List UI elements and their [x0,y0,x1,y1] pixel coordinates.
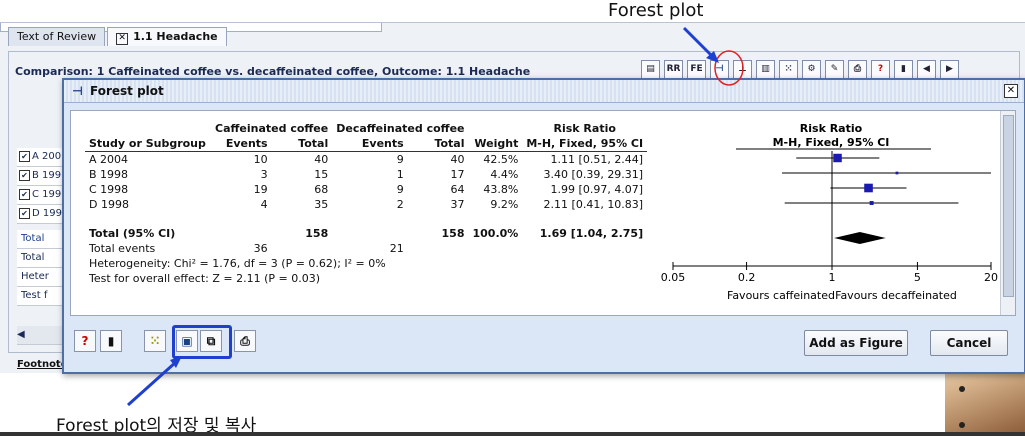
grid-icon[interactable]: ⁙ [779,60,798,79]
dialog-title: Forest plot [90,84,164,98]
study-marker [864,183,873,193]
tab-bar: Text of Review ✕ 1.1 Headache [8,27,227,46]
plot-risk-ratio-header: Risk Ratio [800,122,863,135]
table-row: D 1998 4 35 2 37 9.2% 2.11 [0.41, 10.83] [89,198,644,211]
events-row: Total events 36 21 [89,242,404,255]
study-marker [869,201,874,205]
tab-headache[interactable]: ✕ 1.1 Headache [107,27,227,46]
cancel-button[interactable]: Cancel [930,330,1008,356]
dialog-bottom-bar: ? ▮ ⁙ ▣ ⧉ ⎙ Add as Figure Cancel [70,320,1014,364]
pooled-diamond [834,232,886,244]
print-icon[interactable]: ⎙ [848,60,867,79]
forest-plot-area: Caffeinated coffee Decaffeinated coffee … [70,110,1016,316]
add-as-figure-button[interactable]: Add as Figure [804,330,908,356]
group1-header: Caffeinated coffee [215,122,329,135]
col-total-1: Total [271,136,333,152]
dialog-title-bar[interactable]: ⊣ Forest plot ✕ [64,80,1024,103]
col-weight: Weight [468,136,523,152]
tab-headache-label: 1.1 Headache [133,30,218,43]
scrollbar-thumb[interactable] [1003,115,1014,297]
decorative-dot [959,422,965,428]
vertical-scrollbar[interactable] [1000,111,1015,315]
col-ci: M-H, Fixed, 95% CI [522,136,648,152]
forest-plot-dialog: ⊣ Forest plot ✕ Caffeinated coffee Decaff… [62,78,1025,374]
study-marker [895,171,899,175]
xlabel-left: Favours caffeinated [727,289,835,302]
decorative-dot [959,386,965,392]
xlabel-right: Favours decaffeinated [835,289,957,302]
book-icon[interactable]: ▮ [100,330,122,352]
close-icon[interactable]: ✕ [1004,84,1018,98]
table-row: C 1998 19 68 9 64 43.8% 1.99 [0.97, 4.07] [89,183,644,196]
close-tab-icon[interactable]: ✕ [116,33,129,45]
x-tick-label: 1 [829,271,836,284]
save-copy-highlight [172,325,232,359]
x-tick-label: 5 [914,271,921,284]
book-icon[interactable]: ▮ [894,60,913,79]
help-icon[interactable]: ? [74,330,96,352]
group2-header: Decaffeinated coffee [336,122,465,135]
plot-ci-header: M-H, Fixed, 95% CI [773,136,890,149]
settings-icon[interactable]: ⚙ [802,60,821,79]
checkbox-icon[interactable]: ✔ [19,151,30,162]
col-events-2: Events [332,136,408,152]
analysis-toolbar: ▤ RR FE ⊣ ⊥ ▥ ⁙ ⚙ ✎ ⎙ ? ▮ ◀ ▶ [641,60,959,79]
print-icon[interactable]: ⎙ [234,330,256,352]
checkbox-icon[interactable]: ✔ [19,208,30,219]
edit-icon[interactable]: ✎ [825,60,844,79]
heterogeneity-text: Heterogeneity: Chi² = 1.76, df = 3 (P = … [89,257,386,270]
forest-plot-icon[interactable]: ⊣ [710,60,729,79]
back-arrow-icon[interactable]: ◀ [917,60,936,79]
table-row: A 2004 10 40 9 40 42.5% 1.11 [0.51, 2.44] [89,153,644,166]
col-total-2: Total [407,136,469,152]
grid-icon[interactable]: ⁙ [144,330,166,352]
bottom-border [0,432,1025,436]
funnel-plot-icon[interactable]: ⊥ [733,60,752,79]
forest-plot-table: Caffeinated coffee Decaffeinated coffee … [85,121,648,286]
x-tick-label: 0.2 [738,271,756,284]
overall-effect-text: Test for overall effect: Z = 2.11 (P = 0… [89,272,320,285]
col-events-1: Events [211,136,272,152]
tab-text-of-review[interactable]: Text of Review [8,27,106,46]
help-icon[interactable]: ? [871,60,890,79]
checkbox-icon[interactable]: ✔ [19,170,30,181]
study-marker [833,153,842,163]
table-row: B 1998 3 15 1 17 4.4% 3.40 [0.39, 29.31] [89,168,644,181]
annotation-forest-plot: Forest plot [608,0,704,21]
forest-plot-graph: Risk Ratio M-H, Fixed, 95% CI Favours ca… [661,122,998,302]
forest-plot-icon: ⊣ [72,84,83,98]
rr-button[interactable]: RR [664,60,683,79]
x-tick-label: 20 [984,271,998,284]
x-tick-label: 0.05 [661,271,685,284]
risk-ratio-header: Risk Ratio [553,122,616,135]
properties-icon[interactable]: ▤ [641,60,660,79]
calculator-icon[interactable]: ▥ [756,60,775,79]
fe-button[interactable]: FE [687,60,706,79]
forward-arrow-icon[interactable]: ▶ [940,60,959,79]
checkbox-icon[interactable]: ✔ [19,189,30,200]
comparison-title: Comparison: 1 Caffeinated coffee vs. dec… [15,65,531,78]
col-study: Study or Subgroup [85,136,211,152]
total-row: Total (95% CI) 158 158 100.0% 1.69 [1.04, 2… [89,227,644,240]
